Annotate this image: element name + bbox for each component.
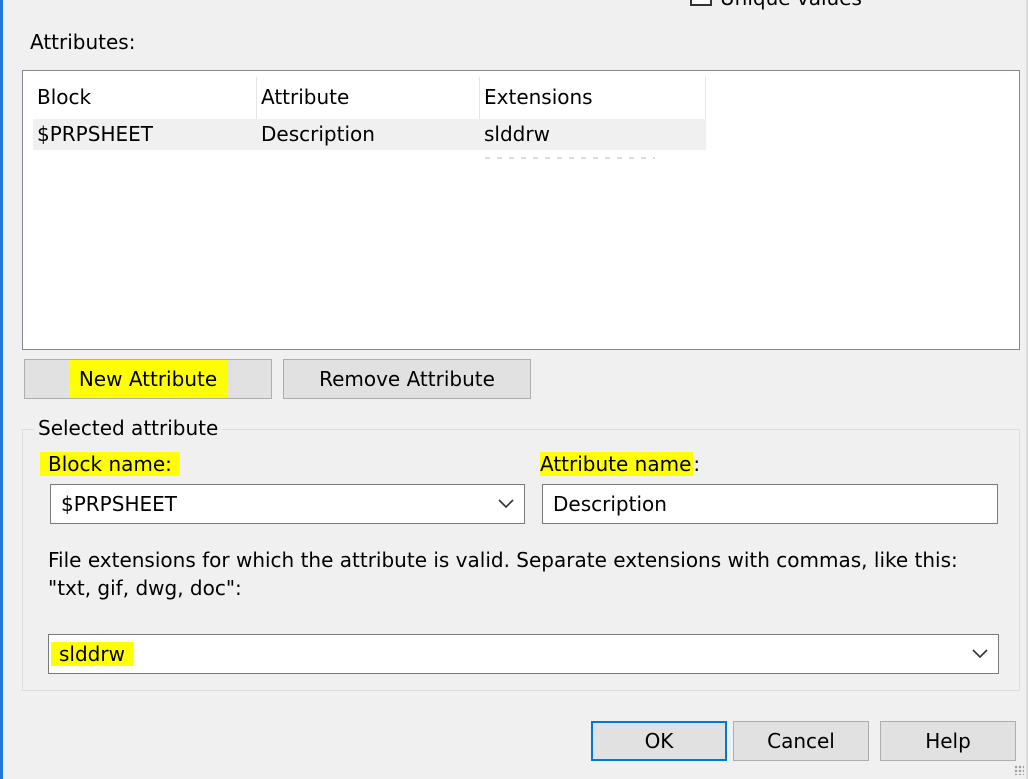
remove-attribute-button[interactable]: Remove Attribute [283, 359, 531, 399]
resize-grip-icon[interactable] [1014, 765, 1024, 775]
block-name-value: $PRPSHEET [61, 492, 177, 516]
unique-values-checkbox[interactable] [690, 0, 712, 6]
block-name-combobox[interactable]: $PRPSHEET [50, 484, 525, 524]
list-item-extensions: slddrw [484, 122, 550, 146]
new-attribute-button[interactable]: New Attribute [24, 359, 272, 399]
attribute-name-label-text: Attribute name [540, 452, 694, 476]
window-left-border [0, 0, 3, 779]
attribute-name-label-colon: : [693, 452, 701, 476]
extensions-value: slddrw [51, 642, 133, 666]
chevron-down-icon[interactable] [496, 485, 516, 523]
attributes-list[interactable]: Block Attribute Extensions $PRPSHEET Des… [22, 70, 1020, 350]
column-header-attribute[interactable]: Attribute [257, 77, 480, 119]
attribute-name-label: Attribute name: [540, 452, 700, 476]
list-item-block: $PRPSHEET [37, 122, 153, 146]
chevron-down-icon[interactable] [970, 635, 990, 673]
block-name-label: Block name: [40, 452, 180, 476]
column-header-extensions[interactable]: Extensions [480, 77, 706, 119]
attributes-list-header: Block Attribute Extensions [33, 77, 706, 119]
cancel-label: Cancel [767, 729, 835, 753]
list-item[interactable]: $PRPSHEET Description slddrw [33, 119, 706, 150]
list-row-ghost [485, 157, 655, 159]
selected-attribute-group-label: Selected attribute [34, 416, 223, 440]
ok-button[interactable]: OK [591, 721, 727, 761]
attribute-name-value: Description [553, 492, 667, 516]
help-button[interactable]: Help [880, 721, 1016, 761]
column-header-block[interactable]: Block [33, 77, 257, 119]
ok-label: OK [644, 729, 674, 753]
extensions-combobox[interactable]: slddrw [48, 634, 999, 674]
extensions-description: File extensions for which the attribute … [48, 548, 958, 600]
attribute-name-field[interactable]: Description [542, 484, 998, 524]
help-label: Help [925, 729, 971, 753]
attributes-section-label: Attributes: [30, 30, 136, 54]
unique-values-label: Unique values [720, 0, 862, 10]
list-item-attribute: Description [261, 122, 375, 146]
block-name-label-text: Block name: [40, 452, 180, 476]
remove-attribute-label: Remove Attribute [319, 367, 495, 391]
new-attribute-label: New Attribute [68, 360, 228, 398]
cancel-button[interactable]: Cancel [733, 721, 869, 761]
